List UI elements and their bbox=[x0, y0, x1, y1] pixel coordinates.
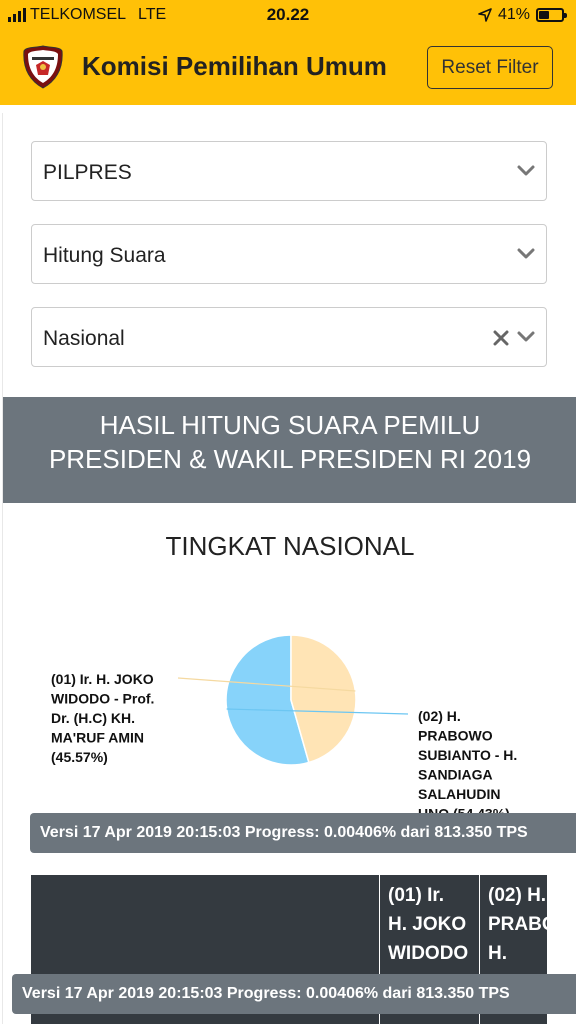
pie-label-02: (02) H. PRABOWO SUBIANTO - H. SANDIAGA SALAH… bbox=[418, 708, 517, 822]
results-banner: HASIL HITUNG SUARA PEMILU PRESIDEN & WAK… bbox=[3, 397, 576, 503]
results-title-line2: PRESIDEN & WAKIL PRESIDEN RI 2019 bbox=[48, 444, 532, 474]
chevron-down-icon[interactable] bbox=[516, 164, 536, 178]
main-content: PILPRES Hitung Suara Nasional HASIL HITU… bbox=[2, 113, 576, 1024]
election-type-value: PILPRES bbox=[43, 161, 132, 184]
reset-filter-button[interactable]: Reset Filter bbox=[427, 46, 553, 89]
battery-icon bbox=[536, 8, 567, 22]
data-type-value: Hitung Suara bbox=[43, 244, 166, 267]
app-header: Komisi Pemilihan Umum Reset Filter bbox=[0, 30, 576, 105]
chevron-down-icon[interactable] bbox=[516, 330, 536, 344]
results-title-line1: HASIL HITUNG SUARA PEMILU bbox=[99, 410, 481, 440]
status-bar: TELKOMSEL LTE 20.22 41% bbox=[0, 0, 576, 30]
pie-chart: (01) Ir. H. JOKO WIDODO - Prof. Dr. (H.C) … bbox=[51, 634, 517, 822]
data-type-select[interactable]: Hitung Suara bbox=[31, 224, 547, 284]
app-title: Komisi Pemilihan Umum bbox=[82, 51, 387, 81]
pie-label-01: (01) Ir. H. JOKO WIDODO - Prof. Dr. (H.C) … bbox=[51, 671, 154, 765]
clear-icon[interactable] bbox=[492, 329, 510, 347]
region-value: Nasional bbox=[43, 327, 125, 350]
kpu-logo-icon[interactable] bbox=[22, 45, 64, 89]
version-bar-sticky: Versi 17 Apr 2019 20:15:03 Progress: 0.0… bbox=[12, 974, 576, 1014]
version-bar: Versi 17 Apr 2019 20:15:03 Progress: 0.0… bbox=[30, 813, 576, 853]
location-arrow-icon bbox=[478, 8, 492, 22]
chevron-down-icon[interactable] bbox=[516, 247, 536, 261]
status-right: 41% bbox=[478, 6, 567, 24]
election-type-select[interactable]: PILPRES bbox=[31, 141, 547, 201]
region-select[interactable]: Nasional bbox=[31, 307, 547, 367]
battery-percent: 41% bbox=[497, 6, 530, 23]
chart-title: TINGKAT NASIONAL bbox=[165, 531, 415, 561]
